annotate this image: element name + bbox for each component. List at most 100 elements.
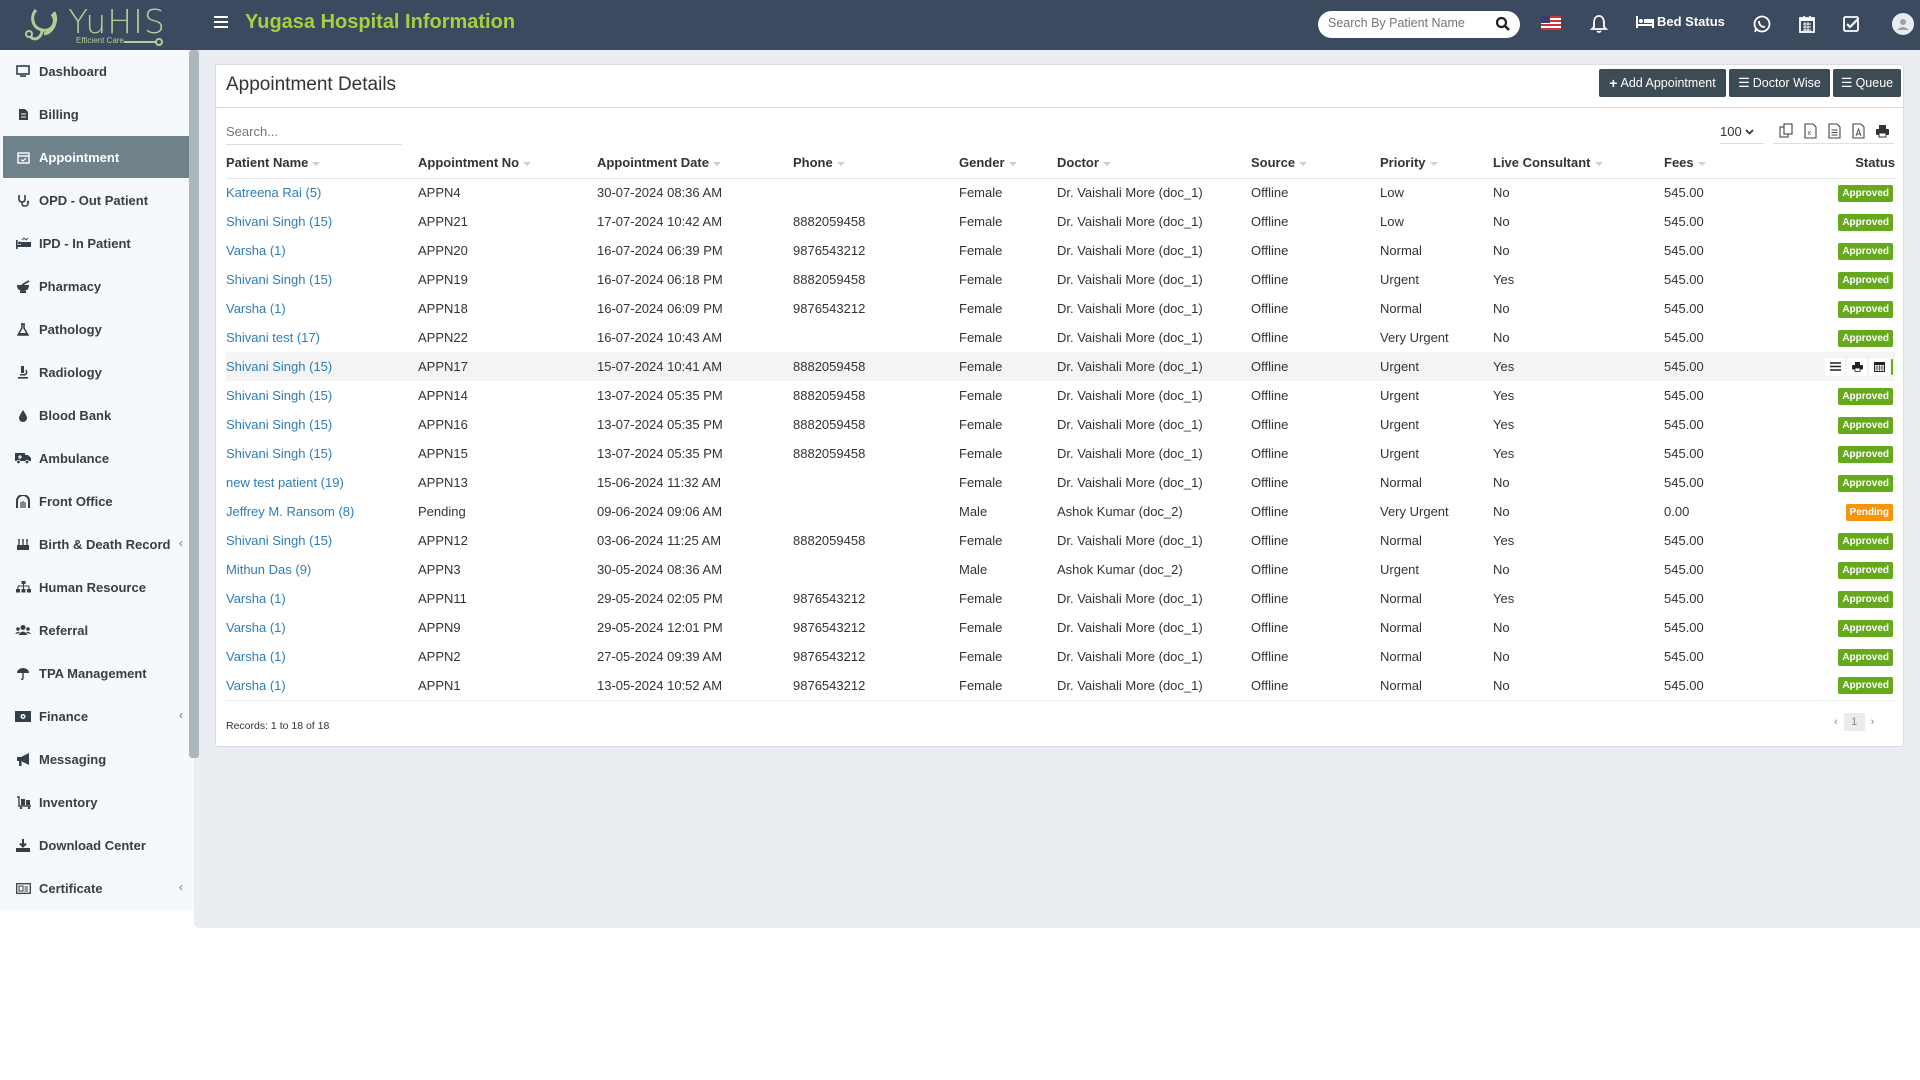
table-row[interactable]: Varsha (1) APPN2 27-05-2024 09:39 AM 987654… (226, 642, 1895, 671)
patient-link[interactable]: Shivani Singh (15) (226, 417, 332, 432)
table-row[interactable]: Shivani Singh (15) APPN19 16-07-2024 06:18… (226, 265, 1895, 294)
table-row[interactable]: Varsha (1) APPN9 29-05-2024 12:01 PM 987654… (226, 613, 1895, 642)
sidebar-item-opd-out-patient[interactable]: OPD - Out Patient (3, 179, 197, 221)
cell-patient[interactable]: Mithun Das (9) (226, 555, 418, 584)
column-header-doctor[interactable]: Doctor (1057, 148, 1251, 179)
patient-link[interactable]: Jeffrey M. Ransom (8) (226, 504, 354, 519)
table-row[interactable]: Varsha (1) APPN20 16-07-2024 06:39 PM 98765… (226, 236, 1895, 265)
queue-button[interactable]: ☰ Queue (1833, 69, 1901, 97)
user-avatar[interactable] (1892, 13, 1914, 35)
column-header-gender[interactable]: Gender (959, 148, 1057, 179)
column-header-appointment-no[interactable]: Appointment No (418, 148, 597, 179)
sidebar-item-messaging[interactable]: Messaging (3, 738, 197, 780)
sidebar-item-referral[interactable]: Referral (3, 609, 197, 651)
add-appointment-button[interactable]: + Add Appointment (1599, 69, 1726, 97)
table-row[interactable]: Shivani Singh (15) APPN21 17-07-2024 10:42… (226, 207, 1895, 236)
yuhis-logo[interactable]: YuHIS Efficient Care (24, 2, 165, 48)
sidebar-item-blood-bank[interactable]: Blood Bank (3, 394, 197, 436)
table-row[interactable]: Katreena Rai (5) APPN4 30-07-2024 08:36 AM… (226, 178, 1895, 207)
sidebar-item-dashboard[interactable]: Dashboard (3, 50, 197, 92)
excel-icon[interactable]: x (1803, 123, 1818, 139)
table-row[interactable]: Shivani Singh (15) APPN17 15-07-2024 10:41… (226, 352, 1895, 381)
column-header-fees[interactable]: Fees (1664, 148, 1804, 179)
table-row[interactable]: Shivani Singh (15) APPN12 03-06-2024 11:25… (226, 526, 1895, 555)
cell-patient[interactable]: Shivani Singh (15) (226, 352, 418, 381)
column-header-source[interactable]: Source (1251, 148, 1380, 179)
table-row[interactable]: Shivani Singh (15) APPN16 13-07-2024 05:35… (226, 410, 1895, 439)
sidebar-item-radiology[interactable]: Radiology (3, 351, 197, 393)
cell-patient[interactable]: Varsha (1) (226, 294, 418, 323)
sidebar-item-human-resource[interactable]: Human Resource (3, 566, 197, 608)
table-row[interactable]: new test patient (19) APPN13 15-06-2024 11… (226, 468, 1895, 497)
cell-patient[interactable]: Shivani Singh (15) (226, 526, 418, 555)
table-row[interactable]: Shivani Singh (15) APPN14 13-07-2024 05:35… (226, 381, 1895, 410)
cell-patient[interactable]: Katreena Rai (5) (226, 178, 418, 207)
sidebar-item-ambulance[interactable]: Ambulance (3, 437, 197, 479)
pdf-icon[interactable] (1851, 123, 1866, 139)
page-1-button[interactable]: 1 (1843, 713, 1865, 731)
csv-icon[interactable] (1827, 123, 1842, 139)
sidebar-item-appointment[interactable]: Appointment (3, 136, 197, 178)
bed-status-button[interactable]: Bed Status (1636, 14, 1725, 29)
cell-patient[interactable]: new test patient (19) (226, 468, 418, 497)
cell-patient[interactable]: Shivani Singh (15) (226, 410, 418, 439)
column-header-status[interactable]: Status (1804, 148, 1895, 179)
sidebar-item-pharmacy[interactable]: Pharmacy (3, 265, 197, 307)
table-row[interactable]: Varsha (1) APPN11 29-05-2024 02:05 PM 98765… (226, 584, 1895, 613)
column-header-phone[interactable]: Phone (793, 148, 959, 179)
column-header-appointment-date[interactable]: Appointment Date (597, 148, 793, 179)
sidebar-item-pathology[interactable]: Pathology (3, 308, 197, 350)
cell-patient[interactable]: Shivani Singh (15) (226, 207, 418, 236)
bell-icon[interactable] (1589, 13, 1609, 35)
sidebar-scrollbar[interactable] (189, 50, 199, 758)
cell-patient[interactable]: Varsha (1) (226, 236, 418, 265)
sidebar-item-finance[interactable]: Finance ‹ (3, 695, 197, 737)
cell-patient[interactable]: Shivani Singh (15) (226, 265, 418, 294)
table-row[interactable]: Jeffrey M. Ransom (8) Pending 09-06-2024 0… (226, 497, 1895, 526)
menu-action-button[interactable] (1825, 357, 1845, 376)
sidebar-item-front-office[interactable]: Front Office (3, 480, 197, 522)
cell-patient[interactable]: Jeffrey M. Ransom (8) (226, 497, 418, 526)
cell-patient[interactable]: Varsha (1) (226, 613, 418, 642)
patient-link[interactable]: Varsha (1) (226, 678, 286, 693)
cell-patient[interactable]: Shivani test (17) (226, 323, 418, 352)
sidebar-item-tpa-management[interactable]: TPA Management (3, 652, 197, 694)
table-search-input[interactable] (226, 119, 402, 145)
patient-link[interactable]: Shivani Singh (15) (226, 533, 332, 548)
patient-link[interactable]: Shivani Singh (15) (226, 214, 332, 229)
sidebar-item-billing[interactable]: Billing (3, 93, 197, 135)
patient-link[interactable]: Varsha (1) (226, 591, 286, 606)
patient-link[interactable]: Varsha (1) (226, 243, 286, 258)
patient-link[interactable]: Varsha (1) (226, 620, 286, 635)
sidebar-item-download-center[interactable]: Download Center (3, 824, 197, 866)
column-header-patient-name[interactable]: Patient Name (226, 148, 418, 179)
sidebar-item-certificate[interactable]: Certificate ‹ (3, 867, 197, 909)
cell-patient[interactable]: Varsha (1) (226, 671, 418, 701)
patient-link[interactable]: Shivani Singh (15) (226, 388, 332, 403)
sidebar-item-inventory[interactable]: Inventory (3, 781, 197, 823)
cell-patient[interactable]: Shivani Singh (15) (226, 381, 418, 410)
calendar-icon[interactable] (1797, 13, 1817, 35)
patient-link[interactable]: Shivani test (17) (226, 330, 320, 345)
menu-toggle-icon[interactable] (214, 16, 228, 30)
next-page-icon[interactable]: › (1871, 716, 1875, 728)
copy-icon[interactable] (1779, 123, 1794, 139)
column-header-live-consultant[interactable]: Live Consultant (1493, 148, 1664, 179)
print-action-button[interactable] (1847, 357, 1867, 376)
check-square-icon[interactable] (1841, 13, 1861, 35)
patient-search-input[interactable] (1328, 16, 1488, 30)
patient-link[interactable]: Varsha (1) (226, 301, 286, 316)
table-row[interactable]: Varsha (1) APPN18 16-07-2024 06:09 PM 98765… (226, 294, 1895, 323)
patient-link[interactable]: new test patient (19) (226, 475, 344, 490)
cell-patient[interactable]: Shivani Singh (15) (226, 439, 418, 468)
page-length-select[interactable]: 100 (1720, 120, 1764, 144)
table-row[interactable]: Mithun Das (9) APPN3 30-05-2024 08:36 AM Ma… (226, 555, 1895, 584)
patient-link[interactable]: Katreena Rai (5) (226, 185, 321, 200)
cell-patient[interactable]: Varsha (1) (226, 584, 418, 613)
whatsapp-icon[interactable] (1752, 13, 1772, 35)
patient-link[interactable]: Shivani Singh (15) (226, 446, 332, 461)
table-row[interactable]: Shivani test (17) APPN22 16-07-2024 10:43 … (226, 323, 1895, 352)
patient-link[interactable]: Shivani Singh (15) (226, 272, 332, 287)
us-flag-icon[interactable] (1541, 16, 1561, 30)
sidebar-item-ipd-in-patient[interactable]: IPD - In Patient (3, 222, 197, 264)
